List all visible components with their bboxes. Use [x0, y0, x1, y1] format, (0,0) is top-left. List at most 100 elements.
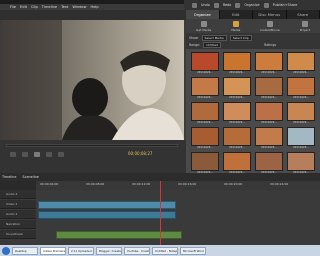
media-thumbnail[interactable]: 20111024... — [255, 77, 283, 99]
thumbnail-caption: 20111024... — [197, 146, 213, 149]
media-thumbnail[interactable]: 20111024... — [255, 52, 283, 74]
share-icon[interactable] — [263, 2, 269, 8]
transport-controls — [10, 152, 64, 157]
monitor-header — [0, 10, 186, 20]
taskbar-item[interactable]: Untitled - Notepad — [152, 246, 178, 255]
media-thumbnail[interactable]: 20111024... — [287, 127, 315, 149]
menu-timeline[interactable]: Timeline — [42, 5, 57, 9]
track-header-audio-2[interactable]: Audio 2 — [0, 190, 36, 199]
taskbar-item[interactable]: 2:11 Uploaded - Video... — [68, 246, 94, 255]
video-clip[interactable] — [38, 201, 176, 209]
thumbnail-caption: 20111024... — [293, 146, 309, 149]
top-toolbar: Undo Redo Organize Publish+Share — [184, 0, 320, 10]
menu-clip[interactable]: Clip — [31, 5, 38, 9]
thumbnail-caption: 20111024... — [293, 121, 309, 124]
thumbnail-caption: 20111024... — [261, 71, 277, 74]
step-back-icon[interactable] — [22, 152, 28, 157]
media-thumbnail[interactable]: 20111024... — [255, 127, 283, 149]
media-thumbnail[interactable]: 20111024... — [255, 152, 283, 174]
menu-text[interactable]: Text — [61, 5, 68, 9]
timeline-ruler[interactable]: 00;00;04;00 00;00;08;00 00;00;12;00 00;0… — [36, 181, 320, 190]
thumbnail-caption: 20111024... — [197, 96, 213, 99]
fast-forward-icon[interactable] — [58, 152, 64, 157]
menu-help[interactable]: Help — [91, 5, 99, 9]
ruler-tick-label: 00;00;08;00 — [86, 182, 105, 186]
rewind-icon[interactable] — [10, 152, 16, 157]
publish-share-button[interactable]: Publish+Share — [273, 3, 298, 7]
redo-button[interactable]: Redo — [223, 3, 232, 7]
media-thumbnail[interactable]: 20111024... — [191, 102, 219, 124]
tab-disc-menus[interactable]: Disc Menus — [253, 10, 287, 19]
ruler-tick-label: 00;00;12;00 — [132, 182, 151, 186]
taskbar-item[interactable]: Blogger: Create & Post... — [96, 246, 122, 255]
get-media-label: Get Media — [196, 27, 212, 32]
video-preview — [2, 20, 184, 140]
media-thumbnail[interactable]: 20111024... — [223, 152, 251, 174]
thumbnail-caption: 20111024... — [229, 146, 245, 149]
taskbar-item[interactable]: Desktop — [12, 246, 38, 255]
instant-movie-button[interactable]: InstantMovie — [260, 20, 280, 32]
media-thumbnail[interactable]: 20111024... — [191, 52, 219, 74]
track-header-narration[interactable]: Narration — [0, 220, 36, 229]
panel-tabs: Organize Edit Disc Menus Share — [186, 10, 320, 19]
show-filter-row: Show: Select Media Select Clip — [189, 35, 252, 41]
taskbar-item[interactable]: Adobe Premiere Ele... — [40, 246, 66, 255]
media-button[interactable]: Media — [231, 20, 240, 32]
ruler-tick-label: 00;00;16;00 — [178, 182, 197, 186]
menu-file[interactable]: File — [10, 5, 16, 9]
taskbar-item[interactable]: Microsoft Word — [180, 246, 206, 255]
organize-button[interactable]: Organize — [244, 3, 259, 7]
thumbnail-caption: 20111024... — [229, 71, 245, 74]
thumbnail-caption: 20111024... — [261, 121, 277, 124]
show-select[interactable]: Select Media — [201, 35, 227, 41]
tab-share[interactable]: Share — [287, 10, 320, 19]
media-thumbnail[interactable]: 20111024... — [287, 77, 315, 99]
media-thumbnail[interactable]: 20111024... — [191, 77, 219, 99]
group-select[interactable]: Select Clip — [229, 35, 252, 41]
taskbar-item[interactable]: YouTube - Create cla... — [124, 246, 150, 255]
media-thumbnail[interactable]: 20111024... — [191, 127, 219, 149]
media-thumbnail[interactable]: 20111024... — [287, 52, 315, 74]
tab-sceneline[interactable]: Sceneline — [22, 175, 38, 179]
track-header-video-1[interactable]: Video 1 — [0, 200, 36, 209]
play-icon[interactable] — [34, 152, 40, 157]
media-thumbnail[interactable]: 20111024... — [287, 152, 315, 174]
monitor-scrub-bar[interactable] — [6, 144, 178, 147]
organize-icon[interactable] — [235, 2, 241, 8]
organize-subtools: Get Media Media InstantMovie Project — [186, 19, 320, 33]
track-header-soundtrack[interactable]: Soundtrack — [0, 230, 36, 239]
timeline-playhead[interactable] — [160, 181, 161, 245]
start-button[interactable] — [2, 246, 10, 255]
media-thumbnail[interactable]: 20111024... — [223, 102, 251, 124]
media-thumbnail[interactable]: 20111024... — [223, 127, 251, 149]
tab-edit[interactable]: Edit — [220, 10, 253, 19]
range-select[interactable]: Untitled — [203, 42, 222, 48]
ruler-tick-label: 00;00;20;00 — [224, 182, 243, 186]
media-thumbnail[interactable]: 20111024... — [287, 102, 315, 124]
redo-icon[interactable] — [213, 2, 219, 8]
menu-edit[interactable]: Edit — [20, 5, 27, 9]
media-thumbnail[interactable]: 20111024... — [191, 152, 219, 174]
media-thumbnail[interactable]: 20111024... — [255, 102, 283, 124]
get-media-button[interactable]: Get Media — [196, 20, 212, 32]
filter-bar: Show: Select Media Select Clip Range: Un… — [186, 33, 320, 49]
project-button[interactable]: Project — [299, 20, 310, 32]
soundtrack-clip[interactable] — [56, 231, 182, 239]
tab-organize[interactable]: Organize — [186, 10, 220, 19]
thumbnail-caption: 20111024... — [293, 96, 309, 99]
media-thumbnail[interactable]: 20111024... — [223, 77, 251, 99]
track-header-audio-1[interactable]: Audio 1 — [0, 210, 36, 219]
thumbnail-caption: 20111024... — [197, 71, 213, 74]
tab-timeline[interactable]: Timeline — [2, 175, 16, 179]
undo-button[interactable]: Undo — [201, 3, 210, 7]
menu-window[interactable]: Window — [72, 5, 86, 9]
undo-icon[interactable] — [192, 2, 197, 8]
media-thumbnail[interactable]: 20111024... — [223, 52, 251, 74]
windows-taskbar: Desktop Adobe Premiere Ele... 2:11 Uploa… — [0, 245, 320, 256]
timecode-display: 00;00;08;27 — [128, 151, 153, 156]
audio-clip[interactable] — [38, 211, 176, 219]
step-forward-icon[interactable] — [46, 152, 52, 157]
thumbnail-caption: 20111024... — [261, 146, 277, 149]
video-frame-image — [2, 20, 184, 140]
project-label: Project — [299, 27, 310, 32]
